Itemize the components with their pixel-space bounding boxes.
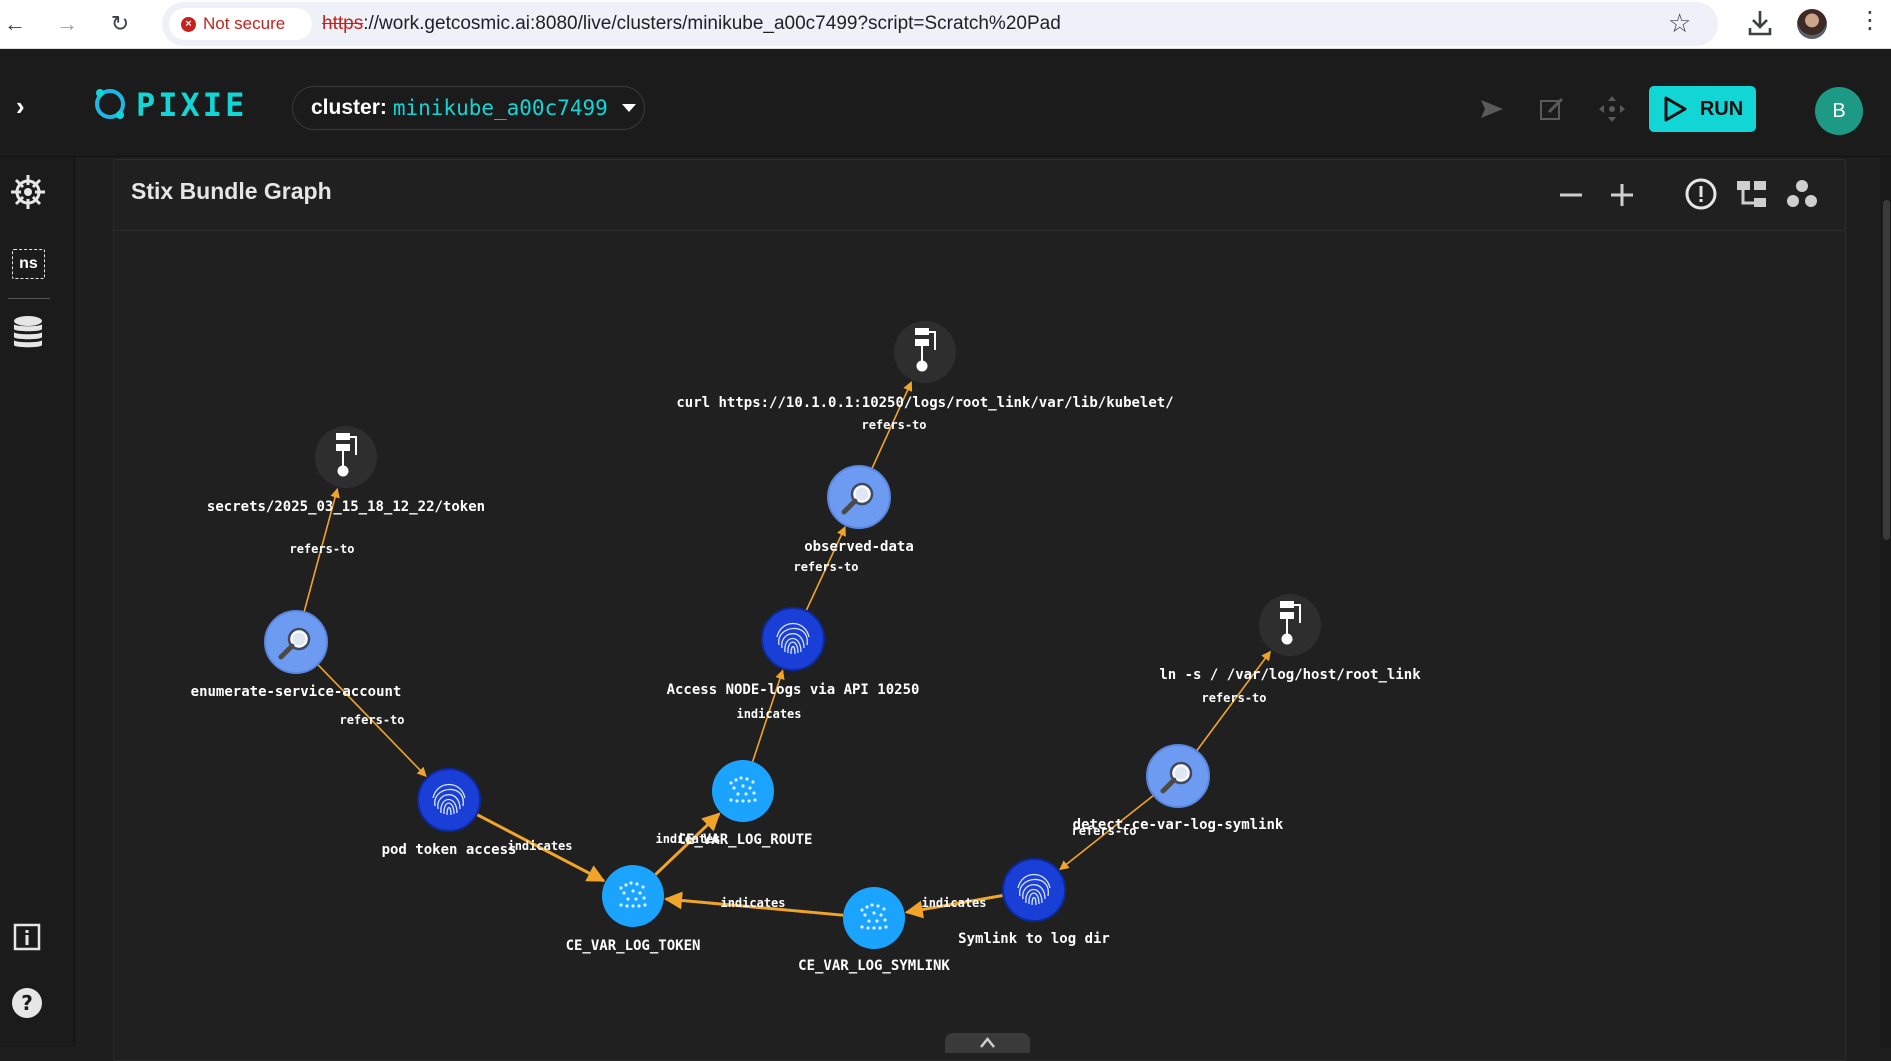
- node-label: detect-ce-var-log-symlink: [1073, 817, 1284, 833]
- edge-label: refers-to: [339, 713, 404, 727]
- node-label: Symlink to log dir: [958, 931, 1110, 947]
- node-label: observed-data: [804, 539, 914, 555]
- node-label: ln -s / /var/log/host/root_link: [1159, 667, 1421, 683]
- graph-node[interactable]: [264, 610, 328, 674]
- graph-node[interactable]: [1259, 594, 1321, 656]
- edge-label: indicates: [720, 896, 785, 910]
- node-label: CE_VAR_LOG_TOKEN: [566, 938, 701, 954]
- edge-label: refers-to: [1201, 691, 1266, 705]
- edge-label: indicates: [507, 839, 572, 853]
- graph-node[interactable]: [894, 321, 956, 383]
- stix-bundle-graph[interactable]: refers-to refers-to indicates refers-to refe…: [0, 0, 1891, 1047]
- edge-label: refers-to: [793, 560, 858, 574]
- node-circle[interactable]: [602, 865, 664, 927]
- graph-node[interactable]: [315, 426, 377, 488]
- node-circle[interactable]: [843, 887, 905, 949]
- edge-label: refers-to: [861, 418, 926, 432]
- graph-node[interactable]: [843, 887, 905, 949]
- graph-node[interactable]: [602, 865, 664, 927]
- graph-node[interactable]: [417, 768, 481, 832]
- graph-node[interactable]: [712, 760, 774, 822]
- edge-label: refers-to: [289, 542, 354, 556]
- node-label: secrets/2025_03_15_18_12_22/token: [207, 499, 485, 515]
- graph-node[interactable]: [1146, 744, 1210, 808]
- node-label: CE_VAR_LOG_ROUTE: [678, 832, 813, 848]
- node-label: Access NODE-logs via API 10250: [667, 682, 920, 698]
- edge-label: indicates: [736, 707, 801, 721]
- node-label: CE_VAR_LOG_SYMLINK: [798, 958, 950, 974]
- graph-node[interactable]: [1002, 858, 1066, 922]
- node-circle[interactable]: [712, 760, 774, 822]
- node-label: enumerate-service-account: [191, 684, 402, 700]
- graph-node[interactable]: [827, 465, 891, 529]
- edge-label: indicates: [921, 896, 986, 910]
- node-label: pod token access: [382, 842, 517, 858]
- node-label: curl https://10.1.0.1:10250/logs/root_li…: [676, 395, 1173, 411]
- graph-node[interactable]: [761, 607, 825, 671]
- nodes-layer: curl https://10.1.0.1:10250/logs/root_li…: [191, 321, 1421, 974]
